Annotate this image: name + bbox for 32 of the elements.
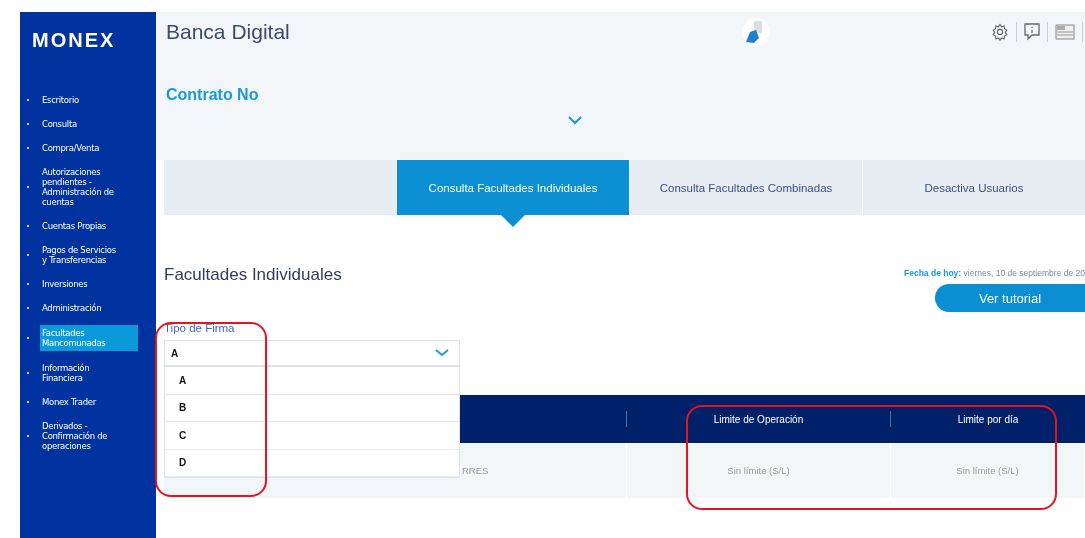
logo: MONEX [31, 28, 116, 53]
sidebar-item[interactable]: Información Financiera [40, 361, 118, 385]
tab-pointer [501, 215, 525, 227]
page-title: Banca Digital [166, 20, 290, 44]
sidebar-item[interactable]: Cuentas Propias [40, 219, 118, 233]
sidebar-item[interactable]: Monex Trader [40, 395, 118, 409]
sidebar-item[interactable]: Autorizaciones pendientes - Administración de cuentas [40, 165, 118, 209]
tab[interactable]: Consulta Facultades Combinadas [630, 160, 863, 215]
table-cell: Sin límite (S/L) [956, 465, 1019, 476]
column-header: Limite de Operación [713, 413, 804, 425]
sidebar-item[interactable]: Administración [40, 301, 118, 315]
section-title: Facultades Individuales [164, 265, 342, 286]
chevron-down-icon[interactable] [568, 116, 582, 125]
sidebar-item[interactable]: Inversiones [40, 277, 118, 291]
signature-select[interactable]: A [164, 340, 460, 366]
settings-icon[interactable] [991, 23, 1009, 41]
info-bubble-icon[interactable] [1024, 23, 1040, 41]
avatar-icon [741, 18, 770, 46]
table-cell: RRES [462, 465, 489, 476]
sidebar-item[interactable]: Consulta [40, 117, 118, 131]
table-cell: Sin límite (S/L) [727, 465, 790, 476]
sidebar-item[interactable]: Compra/Venta [40, 141, 118, 155]
sidebar-item[interactable]: Derivados - Confirmación de operaciones [40, 419, 118, 453]
date-text: Fecha de hoy: viernes, 10 de septiembre de 20 [904, 268, 1085, 278]
column-header: Limite por día [957, 413, 1019, 425]
chevron-down-icon [435, 349, 449, 357]
field-label: Tipo de Firma [164, 322, 235, 334]
sidebar-item[interactable]: Pagos de Servicios y Transferencias [40, 243, 118, 267]
tutorial-button[interactable]: Ver tutorial [935, 284, 1085, 312]
sidebar-item[interactable]: Escritorio [40, 93, 118, 107]
contract-label: Contrato No [166, 86, 259, 104]
tab[interactable]: Desactiva Usuarios [863, 160, 1085, 215]
